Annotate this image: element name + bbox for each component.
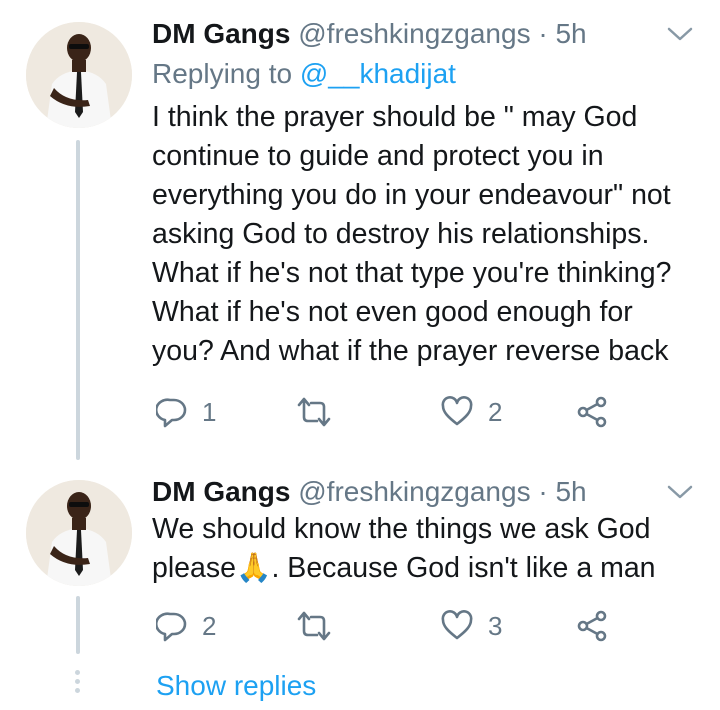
thread-line [76,596,80,654]
thread-continuation-dots [74,670,82,697]
timestamp[interactable]: 5h [555,18,586,49]
tweet-text: We should know the things we ask God ple… [152,510,702,588]
tweet[interactable]: DM Gangs @freshkingzgangs · 5h Replying … [0,0,720,460]
tweet-menu-button[interactable] [666,482,694,502]
separator: · [538,476,548,507]
replying-to-label: Replying to [152,58,293,89]
tweet-text-line: What if he's not even good enough for [152,296,633,328]
action-bar: 1 2 [152,392,632,432]
reply-icon [156,612,187,642]
avatar[interactable] [26,480,132,586]
tweet-text: I think the prayer should be " may God c… [152,98,702,371]
share-icon [577,396,607,428]
heart-icon [441,396,473,426]
tweet-header: DM Gangs @freshkingzgangs · 5h [152,474,587,510]
tweet-header: DM Gangs @freshkingzgangs · 5h [152,16,587,52]
reply-count: 1 [202,396,217,427]
chevron-down-icon [667,27,693,41]
reply-button[interactable]: 1 [156,392,216,432]
reply-button[interactable]: 2 [156,606,216,646]
reply-count: 2 [202,610,217,641]
like-count: 3 [488,610,503,641]
author-handle[interactable]: @freshkingzgangs [298,476,530,507]
like-button[interactable]: 2 [440,392,502,432]
thread-line [76,140,80,460]
retweet-icon [297,397,331,427]
show-replies-link[interactable]: Show replies [156,670,316,702]
replying-to: Replying to @__khadijat [152,56,456,92]
profile-photo-icon [26,22,132,128]
replying-to-mention[interactable]: @__khadijat [300,58,456,89]
author-name[interactable]: DM Gangs [152,476,290,507]
share-button[interactable] [576,606,608,646]
retweet-button[interactable] [296,606,346,646]
share-button[interactable] [576,392,608,432]
like-button[interactable]: 3 [440,606,502,646]
tweet[interactable]: DM Gangs @freshkingzgangs · 5h We should… [0,460,720,660]
reply-icon [156,398,187,428]
tweet-text-line: please🙏. Because God isn't like a man [152,552,656,584]
chevron-down-icon [667,485,693,499]
heart-icon [441,610,473,640]
timestamp[interactable]: 5h [555,476,586,507]
retweet-button[interactable] [296,392,346,432]
separator: · [538,18,548,49]
tweet-text-line: asking God to destroy his relationships. [152,218,650,250]
author-name[interactable]: DM Gangs [152,18,290,49]
like-count: 2 [488,396,503,427]
tweet-text-line: everything you do in your endeavour" not [152,179,671,211]
tweet-text-line: We should know the things we ask God [152,513,651,545]
share-icon [577,610,607,642]
tweet-text-line: I think the prayer should be " may God [152,101,638,133]
avatar[interactable] [26,22,132,128]
tweet-text-line: What if he's not that type you're thinki… [152,257,672,289]
tweet-text-line: continue to guide and protect you in [152,140,604,172]
author-handle[interactable]: @freshkingzgangs [298,18,530,49]
tweet-menu-button[interactable] [666,24,694,44]
profile-photo-icon [26,480,132,586]
action-bar: 2 3 [152,606,632,646]
retweet-icon [297,611,331,641]
tweet-text-line: you? And what if the prayer reverse back [152,335,669,367]
